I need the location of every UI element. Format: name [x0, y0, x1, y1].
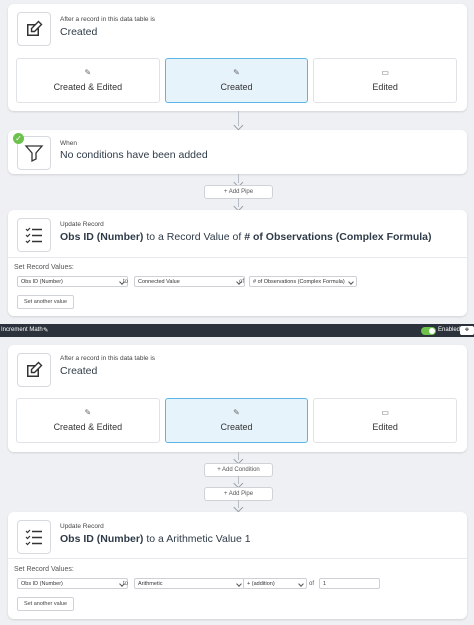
enabled-label: Enabled — [438, 327, 461, 333]
chevron-down-icon — [236, 581, 242, 587]
enabled-toggle[interactable] — [421, 327, 436, 335]
option-label: Created — [220, 82, 253, 92]
trigger-value: Created — [60, 365, 98, 377]
rule-header-bar: Increment Math ✎ Enabled ✥ — [0, 324, 474, 337]
chevron-down-icon — [348, 279, 354, 285]
edit-icon — [17, 12, 51, 46]
select-value: Arithmetic — [138, 580, 163, 587]
option-label: Created — [220, 422, 253, 432]
to-label: to — [123, 581, 129, 587]
connector — [233, 452, 243, 465]
option-created-edited[interactable]: ✎ Created & Edited — [16, 398, 160, 443]
select-value: Connected Value — [138, 278, 180, 285]
source-field: # of Observations (Complex Formula) — [244, 231, 432, 243]
trigger-caption: After a record in this data table is — [60, 16, 156, 23]
option-label: Edited — [372, 82, 398, 92]
edit-file-icon: ✎ — [84, 68, 92, 77]
value-type-select[interactable]: Arithmetic — [134, 578, 245, 589]
action-caption: Update Record — [60, 523, 104, 530]
action-caption: Update Record — [60, 221, 104, 228]
source-field-select[interactable]: # of Observations (Complex Formula) — [249, 276, 357, 287]
chevron-down-icon — [298, 581, 304, 587]
target-field: Obs ID (Number) — [60, 533, 144, 545]
select-value: Obs ID (Number) — [21, 580, 63, 587]
when-caption: When — [60, 140, 77, 147]
trigger-card: After a record in this data table is Cre… — [8, 4, 467, 111]
select-value: Obs ID (Number) — [21, 278, 63, 285]
action-card: Update Record Obs ID (Number) to a Arith… — [8, 512, 467, 619]
checklist-icon — [17, 218, 51, 252]
edit-file-icon: ✎ — [233, 408, 240, 417]
action-card: Update Record Obs ID (Number) to a Recor… — [8, 210, 467, 316]
check-badge-icon: ✓ — [13, 133, 24, 144]
tools-button[interactable]: ✥ — [460, 326, 474, 335]
value-type-select[interactable]: Connected Value — [134, 276, 245, 287]
add-condition-button[interactable]: + Add Condition — [204, 463, 273, 477]
comment-icon: ▭ — [381, 408, 389, 417]
condition-card: ✓ When No conditions have been added — [8, 130, 467, 174]
set-another-value-button[interactable]: Set another value — [17, 597, 74, 611]
to-label: to — [123, 279, 129, 285]
trigger-caption: After a record in this data table is — [60, 355, 156, 362]
of-label: of — [309, 581, 315, 587]
edit-file-icon: ✎ — [84, 408, 92, 417]
target-field-select[interactable]: Obs ID (Number) — [17, 276, 128, 287]
comment-icon: ▭ — [381, 68, 389, 77]
option-edited[interactable]: ▭ Edited — [313, 398, 458, 443]
edit-icon — [17, 353, 51, 387]
action-title: Obs ID (Number) to a Arithmetic Value 1 — [60, 533, 251, 545]
select-value: + (addition) — [247, 580, 275, 587]
option-label: Created & Edited — [53, 82, 123, 92]
when-value: No conditions have been added — [60, 149, 208, 161]
target-field: Obs ID (Number) — [60, 231, 144, 243]
pencil-icon[interactable]: ✎ — [43, 326, 48, 334]
set-record-values-label: Set Record Values: — [14, 264, 74, 271]
of-label: of — [239, 279, 245, 285]
option-created-edited[interactable]: ✎ Created & Edited — [16, 58, 160, 103]
connector — [233, 476, 243, 489]
option-label: Edited — [372, 422, 398, 432]
option-edited[interactable]: ▭ Edited — [313, 58, 458, 103]
set-record-values-label: Set Record Values: — [14, 566, 74, 573]
action-title-mid: to a Record Value of — [143, 231, 245, 243]
action-title: Obs ID (Number) to a Record Value of # o… — [60, 231, 432, 243]
value-input[interactable]: 1 — [319, 578, 380, 589]
option-label: Created & Edited — [53, 422, 123, 432]
connector — [233, 111, 243, 131]
option-created[interactable]: ✎ Created — [164, 58, 309, 103]
add-pipe-button[interactable]: + Add Pipe — [204, 487, 273, 501]
option-created[interactable]: ✎ Created — [164, 398, 309, 443]
action-title-mid: to a Arithmetic Value 1 — [143, 533, 251, 545]
select-value: # of Observations (Complex Formula) — [253, 278, 345, 285]
target-field-select[interactable]: Obs ID (Number) — [17, 578, 128, 589]
checklist-icon — [17, 520, 51, 554]
trigger-options: ✎ Created & Edited ✎ Created ▭ Edited — [16, 58, 458, 103]
trigger-card: After a record in this data table is Cre… — [8, 345, 467, 452]
rule-title: Increment Math — [1, 327, 43, 333]
add-pipe-button[interactable]: + Add Pipe — [204, 185, 273, 199]
connector — [233, 500, 243, 513]
operator-select[interactable]: + (addition) — [243, 578, 307, 589]
edit-file-icon: ✎ — [233, 68, 240, 77]
trigger-value: Created — [60, 26, 98, 38]
trigger-options: ✎ Created & Edited ✎ Created ▭ Edited — [16, 398, 458, 443]
connector — [233, 198, 243, 212]
set-another-value-button[interactable]: Set another value — [17, 295, 74, 309]
